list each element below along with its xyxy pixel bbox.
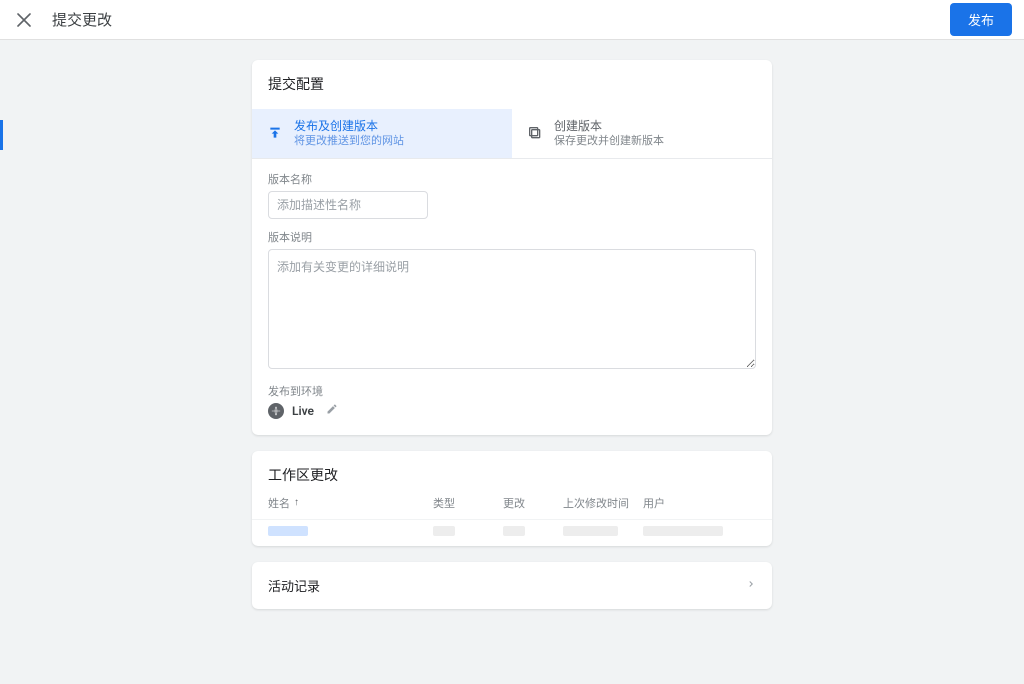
tab-publish-create-version[interactable]: 发布及创建版本 将更改推送到您的网站	[252, 109, 512, 158]
create-version-icon	[526, 124, 544, 142]
table-row[interactable]	[252, 519, 772, 546]
topbar: 提交更改 发布	[0, 0, 1024, 40]
env-live-icon	[268, 403, 284, 419]
tab-publish-desc: 将更改推送到您的网站	[294, 134, 404, 147]
activity-panel[interactable]: 活动记录	[252, 562, 772, 609]
submit-tabs: 发布及创建版本 将更改推送到您的网站 创建版本 保存更改并创建新版本	[252, 109, 772, 159]
tab-create-title: 创建版本	[554, 119, 664, 133]
close-icon[interactable]	[12, 8, 36, 32]
col-lastmod[interactable]: 上次修改时间	[563, 495, 643, 511]
env-name: Live	[292, 404, 314, 418]
publish-icon	[266, 124, 284, 142]
workspace-columns-header: 姓名 ↑ 类型 更改 上次修改时间 用户	[252, 495, 772, 519]
tab-create-desc: 保存更改并创建新版本	[554, 134, 664, 147]
publish-env-label: 发布到环境	[268, 383, 756, 399]
version-desc-label: 版本说明	[268, 229, 756, 245]
edit-env-icon[interactable]	[326, 403, 338, 418]
version-name-label: 版本名称	[268, 171, 756, 187]
publish-button[interactable]: 发布	[950, 3, 1012, 36]
version-desc-textarea[interactable]	[268, 249, 756, 369]
submit-config-panel: 提交配置 发布及创建版本 将更改推送到您的网站 创建版本 保存更改并创建新版本	[252, 60, 772, 435]
chevron-right-icon	[746, 577, 756, 593]
workspace-heading: 工作区更改	[252, 451, 772, 495]
col-change[interactable]: 更改	[503, 495, 563, 511]
col-user[interactable]: 用户	[643, 495, 756, 511]
activity-heading: 活动记录	[268, 576, 320, 595]
tab-publish-title: 发布及创建版本	[294, 119, 404, 133]
submit-config-heading: 提交配置	[252, 60, 772, 109]
col-name[interactable]: 姓名 ↑	[268, 495, 433, 511]
workspace-changes-panel: 工作区更改 姓名 ↑ 类型 更改 上次修改时间 用户	[252, 451, 772, 546]
version-name-input[interactable]	[268, 191, 428, 219]
sort-asc-icon: ↑	[294, 497, 299, 508]
col-type[interactable]: 类型	[433, 495, 503, 511]
page-title: 提交更改	[52, 9, 112, 30]
tab-create-version[interactable]: 创建版本 保存更改并创建新版本	[512, 109, 772, 158]
